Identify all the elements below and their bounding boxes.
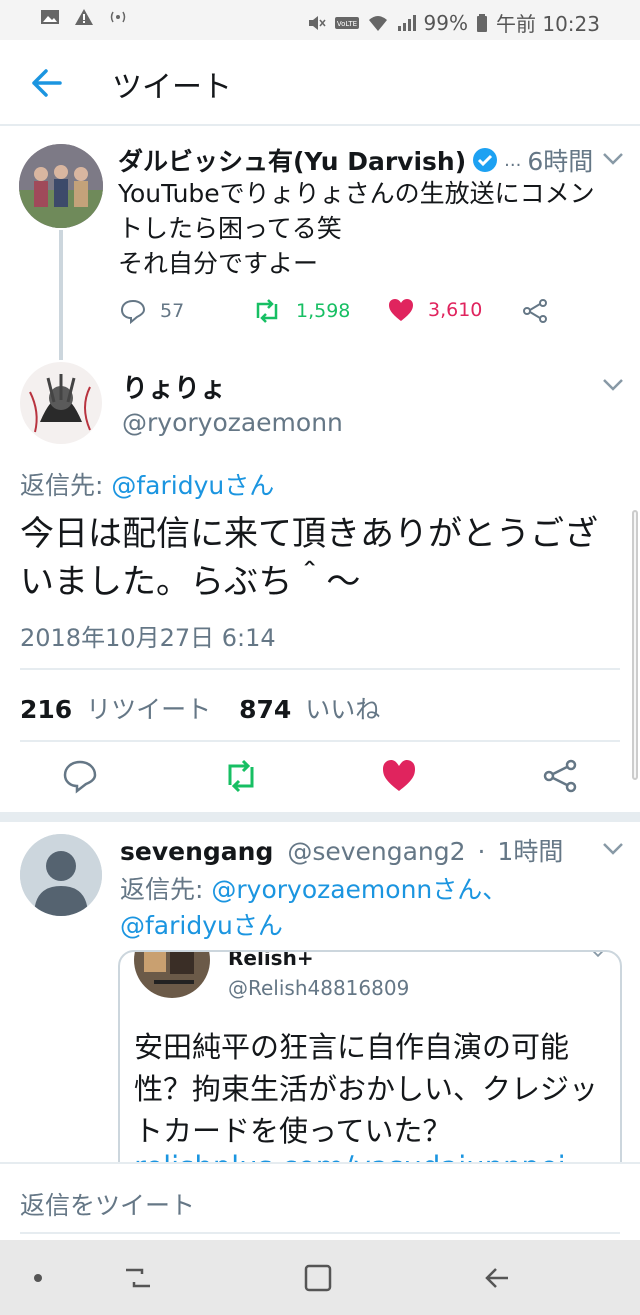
section-separator	[0, 812, 640, 822]
scrollbar[interactable]	[632, 510, 638, 780]
tweet1-display-name[interactable]: ダルビッシュ有(Yu Darvish)	[118, 142, 466, 178]
tweet1-text: YouTubeでりょりょさんの生放送にコメン トしたら困ってる笑 それ自分ですよ…	[118, 176, 628, 281]
heart-filled-icon[interactable]	[381, 758, 417, 794]
main-tweet-handle[interactable]: @ryoryozaemonn	[122, 408, 343, 437]
dot-icon[interactable]	[18, 1260, 58, 1296]
tweet1-text-line: それ自分ですよー	[118, 249, 319, 278]
quoted-tweet-card[interactable]: Relish+ @Relish48816809 安田純平の狂言に自作自演の可能性…	[118, 950, 622, 1180]
share-icon	[523, 299, 547, 323]
reply-to-label: 返信先:	[20, 471, 112, 500]
svg-text:VoLTE: VoLTE	[336, 20, 356, 28]
battery-icon	[477, 13, 487, 32]
system-navigation-bar	[0, 1240, 640, 1315]
quoted-chevron-down-icon	[592, 952, 604, 958]
tweet1-like-button[interactable]: 3,610	[388, 298, 482, 322]
tweet1-reply-button[interactable]: 57	[120, 298, 184, 324]
reply-input-underline	[20, 1232, 620, 1234]
quoted-handle: @Relish48816809	[228, 976, 410, 1000]
reply-to-link[interactable]: @ryoryozaemonnさん、	[211, 875, 507, 904]
back-icon[interactable]	[478, 1260, 518, 1296]
reply-tweet-header: sevengang @sevengang2 · 1時間	[120, 832, 563, 868]
warning-icon	[75, 9, 93, 25]
tweet1-chevron-down-icon[interactable]	[602, 152, 624, 166]
tweet1-like-count: 3,610	[428, 299, 483, 321]
reply-to-link[interactable]: @faridyuさん	[111, 471, 274, 500]
tweet1-header: ダルビッシュ有(Yu Darvish) ... 6時間	[118, 142, 593, 178]
retweet-count: 216	[20, 695, 73, 724]
tweet1-time: 6時間	[527, 147, 594, 176]
thread-connector-line	[59, 230, 63, 360]
tweet1-ellipsis: ...	[504, 149, 522, 171]
page-title: ツイート	[112, 70, 232, 105]
divider	[20, 668, 620, 670]
tweet1-share-button[interactable]	[522, 298, 548, 324]
tweet1-text-line: YouTubeでりょりょさんの生放送にコメン	[118, 179, 595, 208]
back-arrow-icon[interactable]	[26, 62, 68, 104]
image-icon	[41, 10, 59, 24]
main-tweet-chevron-down-icon[interactable]	[602, 378, 624, 392]
main-tweet-reply-to: 返信先: @faridyuさん	[20, 466, 274, 502]
reply-icon[interactable]	[62, 758, 98, 794]
like-count: 874	[239, 695, 292, 724]
reply-tweet-chevron-down-icon[interactable]	[602, 842, 624, 856]
retweet-icon[interactable]	[222, 758, 258, 794]
home-icon[interactable]	[298, 1260, 338, 1296]
reply-tweet-reply-to: 返信先: @ryoryozaemonnさん、 @faridyuさん	[120, 872, 600, 944]
battery-level: 99%	[423, 10, 468, 35]
verified-badge-icon	[473, 148, 498, 172]
like-label: いいね	[305, 695, 381, 724]
divider	[20, 740, 620, 742]
reply-tweet-handle[interactable]: @sevengang2	[287, 837, 465, 866]
avatar-ryoryo[interactable]	[20, 362, 102, 444]
nfc-icon	[110, 11, 126, 23]
reply-to-link[interactable]: @faridyuさん	[120, 911, 283, 940]
recent-apps-icon[interactable]	[118, 1260, 158, 1296]
clock: 午前 10:23	[496, 12, 600, 36]
avatar-relish	[134, 952, 210, 998]
main-tweet-display-name[interactable]: りょりょ	[122, 368, 226, 405]
reply-tweet-time: 1時間	[497, 837, 564, 866]
reply-tweet-display-name[interactable]: sevengang	[120, 837, 273, 866]
reply-to-label: 返信先:	[120, 875, 212, 904]
signal-icon	[397, 14, 416, 31]
retweet-label: リツイート	[86, 695, 212, 724]
tweet1-reply-count: 57	[160, 300, 185, 322]
volte-icon: VoLTE	[334, 16, 359, 29]
tweet1-retweet-button[interactable]: 1,598	[252, 298, 350, 324]
reply-icon	[120, 299, 146, 324]
avatar-darvish[interactable]	[19, 144, 103, 228]
heart-filled-icon	[389, 299, 413, 321]
reply-compose-bar: 返信をツイート	[0, 1162, 640, 1240]
quoted-display-name: Relish+	[228, 950, 314, 970]
share-icon[interactable]	[542, 758, 578, 794]
reply-input[interactable]: 返信をツイート	[20, 1186, 620, 1222]
reply-tweet-separator: ·	[477, 837, 486, 866]
main-tweet-timestamp: 2018年10月27日 6:14	[20, 624, 276, 652]
quoted-text: 安田純平の狂言に自作自演の可能性？拘束生活がおかしい、クレジットカードを使ってい…	[134, 1030, 599, 1148]
tweet1-retweet-count: 1,598	[296, 300, 351, 322]
main-tweet-stats[interactable]: 216 リツイート 874 いいね	[20, 690, 380, 726]
top-app-bar: ツイート	[0, 40, 640, 126]
mute-icon	[308, 15, 326, 30]
retweet-icon	[256, 299, 278, 323]
status-bar: VoLTE 99% 午前 10:23	[0, 0, 640, 40]
tweet1-text-line: トしたら困ってる笑	[118, 214, 342, 243]
wifi-icon	[368, 15, 387, 31]
main-tweet-text: 今日は配信に来て頂きありがとうございました。らぶち＾～	[20, 514, 598, 602]
avatar-sevengang[interactable]	[20, 834, 102, 916]
